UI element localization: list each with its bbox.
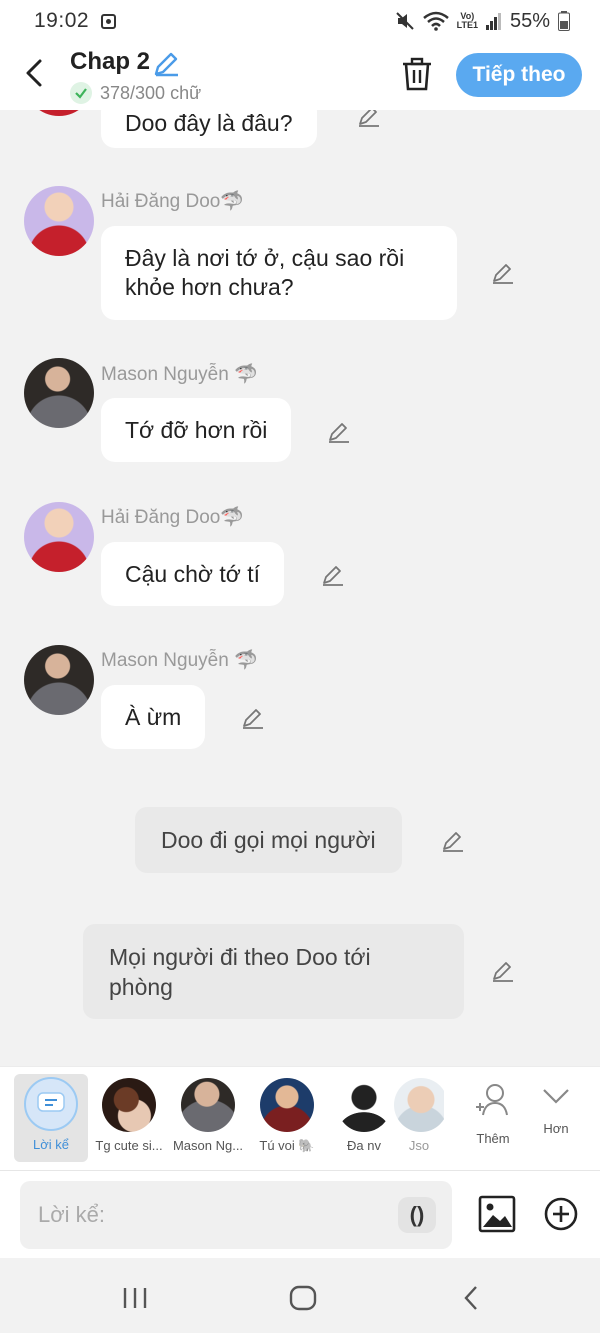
speaker-name: Mason Nguyễn 🦈 xyxy=(101,650,258,671)
narration-input[interactable]: Lời kể: () xyxy=(20,1181,452,1249)
add-circle-icon[interactable] xyxy=(543,1196,579,1232)
character-item[interactable]: Tú voi 🐘 xyxy=(249,1075,325,1154)
message-text: Cậu chờ tớ tí xyxy=(125,560,260,587)
status-bar: 19:02 Vo) LTE1 55% xyxy=(0,0,600,42)
character-label: Tg cute si... xyxy=(95,1138,163,1153)
back-nav-icon[interactable] xyxy=(460,1284,482,1312)
edit-pencil-icon[interactable] xyxy=(491,959,515,983)
mute-icon xyxy=(395,12,414,30)
collapse-button[interactable]: Hơn xyxy=(518,1075,594,1136)
narration-text: Mọi người đi theo Doo tới phòng xyxy=(109,943,371,1000)
avatar[interactable] xyxy=(24,502,94,572)
avatar[interactable] xyxy=(24,645,94,715)
message-bubble[interactable]: Tớ đỡ hơn rồi xyxy=(101,398,292,462)
battery-percent: 55% xyxy=(509,9,550,32)
avatar[interactable] xyxy=(24,186,94,256)
battery-icon xyxy=(558,11,570,31)
wifi-icon xyxy=(422,11,449,31)
narration-bubble[interactable]: Mọi người đi theo Doo tới phòng xyxy=(83,924,464,1019)
recents-icon[interactable] xyxy=(122,1286,148,1310)
word-count: 378/300 chữ xyxy=(70,82,201,104)
chat-area[interactable]: Doo đây là đâu? Hải Đăng Doo🦈 Đây là nơi… xyxy=(0,110,600,1066)
status-time: 19:02 xyxy=(34,9,90,32)
message-bubble[interactable]: À ừm xyxy=(101,685,206,749)
message-text: Doo đây là đâu? xyxy=(125,110,293,136)
add-person-icon xyxy=(476,1084,508,1116)
message-text: Đây là nơi tớ ở, cậu sao rồi khỏe hơn ch… xyxy=(125,245,405,300)
composer: Lời kể: () xyxy=(0,1170,600,1258)
edit-pencil-icon[interactable] xyxy=(327,420,351,444)
character-avatar xyxy=(102,1078,156,1132)
character-narrator[interactable]: Lời kể xyxy=(14,1074,88,1162)
character-item[interactable]: Tg cute si... xyxy=(91,1075,167,1153)
message-bubble[interactable]: Cậu chờ tớ tí xyxy=(101,542,284,606)
back-arrow-icon[interactable] xyxy=(22,58,48,88)
edit-pencil-icon[interactable] xyxy=(357,110,381,128)
edit-pencil-icon[interactable] xyxy=(441,829,465,853)
narration-icon xyxy=(24,1077,78,1131)
check-icon xyxy=(70,82,92,104)
avatar[interactable] xyxy=(24,358,94,428)
character-item[interactable]: Mason Ng... xyxy=(170,1075,246,1153)
next-button[interactable]: Tiếp theo xyxy=(456,53,582,97)
screen-record-icon xyxy=(101,13,117,29)
character-label: Lời kể xyxy=(33,1137,69,1152)
message-bubble[interactable]: Doo đây là đâu? xyxy=(101,110,317,148)
parenthesis-button[interactable]: () xyxy=(398,1197,436,1233)
edit-pencil-icon[interactable] xyxy=(241,706,265,730)
character-label: Đa nv xyxy=(347,1138,381,1153)
system-nav-bar xyxy=(0,1258,600,1333)
network-label: Vo) LTE1 xyxy=(457,12,478,30)
input-placeholder: Lời kể: xyxy=(38,1202,106,1227)
home-icon[interactable] xyxy=(289,1285,317,1311)
edit-pencil-icon[interactable] xyxy=(321,563,345,587)
message-text: Tớ đỡ hơn rồi xyxy=(125,416,268,443)
character-avatar xyxy=(260,1078,314,1132)
collapse-label: Hơn xyxy=(543,1121,569,1136)
narration-text: Doo đi gọi mọi người xyxy=(161,827,376,853)
chapter-title[interactable]: Chap 2 xyxy=(70,48,150,76)
network-label-bottom: LTE1 xyxy=(456,20,478,30)
character-label: Jso xyxy=(408,1138,430,1153)
chapter-header: Chap 2 378/300 chữ Tiếp theo xyxy=(0,42,600,110)
avatar[interactable] xyxy=(24,110,94,116)
character-avatar xyxy=(181,1078,235,1132)
word-count-text: 378/300 chữ xyxy=(100,82,202,103)
speaker-name: Hải Đăng Doo🦈 xyxy=(101,191,245,212)
status-icons: Vo) LTE1 55% xyxy=(395,10,570,33)
character-item[interactable]: Jso xyxy=(394,1075,444,1153)
image-icon[interactable] xyxy=(478,1195,516,1233)
speaker-name: Hải Đăng Doo🦈 xyxy=(101,507,245,528)
message-text: À ừm xyxy=(125,703,182,730)
character-label: Tú voi 🐘 xyxy=(259,1138,315,1153)
trash-icon[interactable] xyxy=(400,56,434,92)
speaker-name: Mason Nguyễn 🦈 xyxy=(101,364,258,385)
narration-bubble[interactable]: Doo đi gọi mọi người xyxy=(135,807,402,873)
character-picker: Lời kể Tg cute si... Mason Ng... Tú voi … xyxy=(0,1066,600,1170)
character-label: Mason Ng... xyxy=(172,1138,244,1153)
edit-title-pencil-icon[interactable] xyxy=(152,50,180,78)
character-avatar xyxy=(394,1078,444,1132)
chevron-down-icon xyxy=(543,1089,569,1104)
message-bubble[interactable]: Đây là nơi tớ ở, cậu sao rồi khỏe hơn ch… xyxy=(101,226,457,320)
edit-pencil-icon[interactable] xyxy=(491,261,515,285)
character-avatar xyxy=(337,1078,391,1132)
signal-icon xyxy=(485,13,501,30)
character-item[interactable]: Đa nv xyxy=(326,1075,402,1153)
